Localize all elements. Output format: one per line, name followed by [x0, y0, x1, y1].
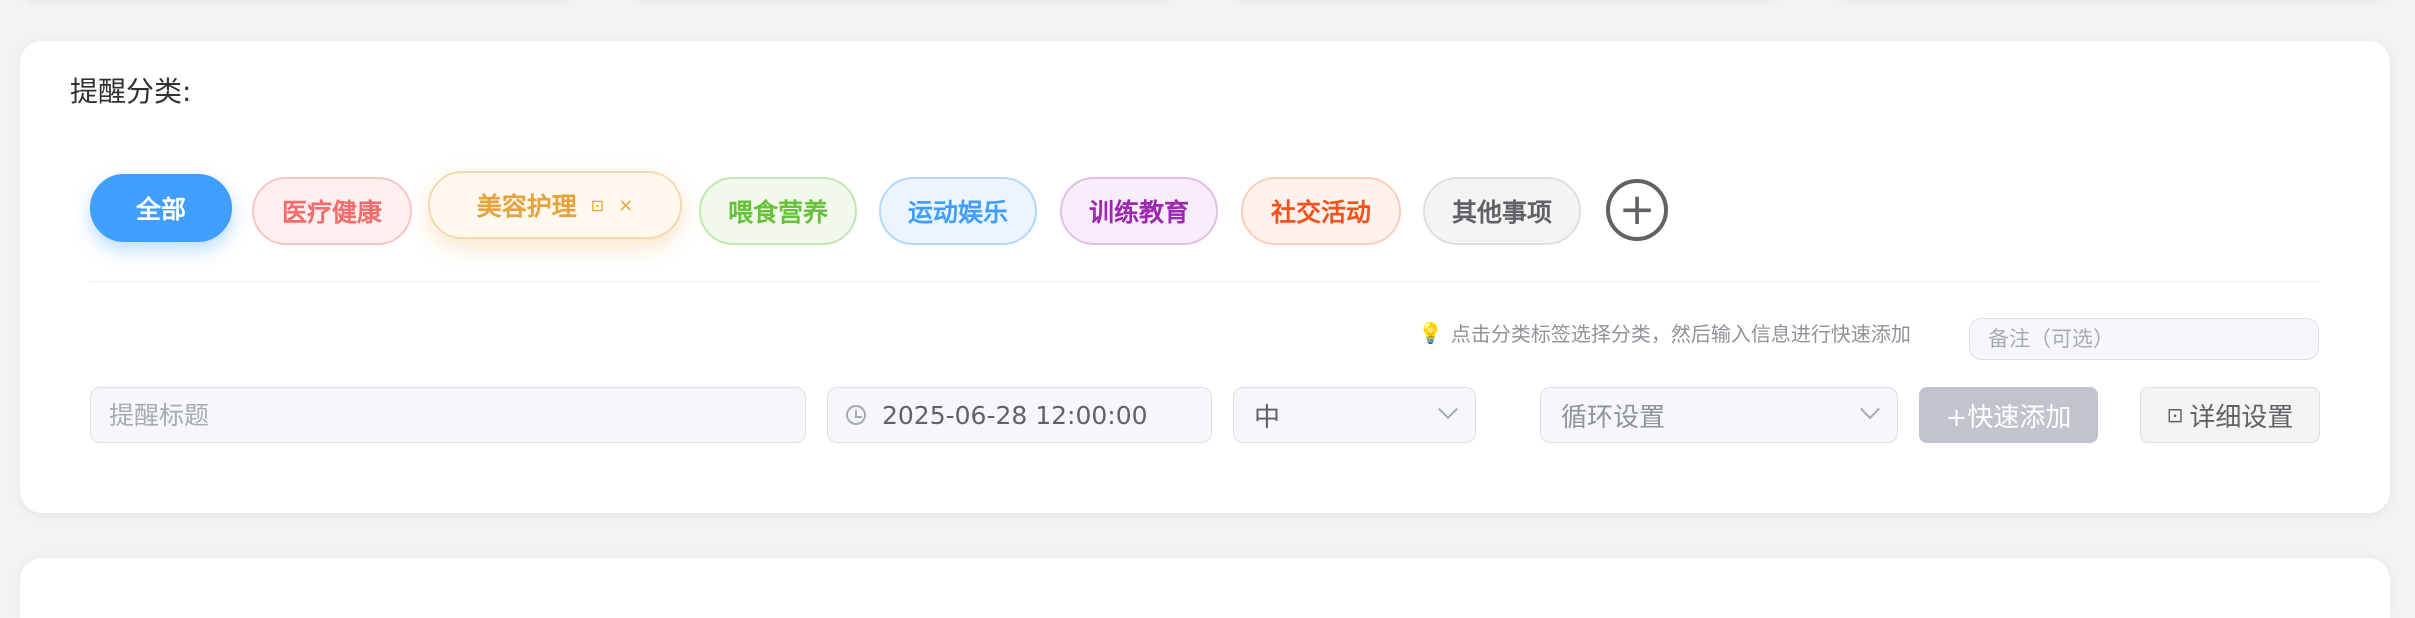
category-tag-label: 运动娱乐: [907, 198, 1008, 227]
quick-add-hint: 💡 点击分类标签选择分类，然后输入信息进行快速添加: [1418, 318, 1911, 347]
note-input[interactable]: [1969, 318, 2319, 360]
category-tag-sports[interactable]: 运动娱乐: [879, 177, 1037, 245]
lightbulb-icon: 💡: [1418, 320, 1443, 345]
category-tag-label: 喂食营养: [727, 198, 828, 227]
priority-value: 中: [1254, 402, 1281, 433]
category-tag-label: 训练教育: [1088, 198, 1189, 227]
detail-settings-label: 详细设置: [2189, 402, 2294, 433]
reminder-title-input[interactable]: [90, 387, 806, 443]
category-tag-training[interactable]: 训练教育: [1060, 177, 1218, 245]
chevron-down-icon: [1860, 399, 1880, 420]
note-field[interactable]: [1988, 327, 2300, 351]
category-tag-feeding[interactable]: 喂食营养: [699, 177, 857, 245]
category-tag-label: 全部: [135, 195, 186, 224]
category-tag-social[interactable]: 社交活动: [1241, 177, 1401, 245]
category-tag-other[interactable]: 其他事项: [1423, 177, 1581, 245]
chevron-down-icon: [1438, 399, 1458, 420]
datetime-field[interactable]: [882, 400, 1193, 430]
clock-icon: [846, 405, 866, 425]
next-section-card: [20, 558, 2390, 618]
close-icon[interactable]: ×: [618, 195, 633, 216]
category-tag-label: 社交活动: [1270, 198, 1371, 227]
quick-add-button[interactable]: +快速添加: [1919, 387, 2098, 443]
detail-settings-button[interactable]: ⊡ 详细设置: [2140, 387, 2320, 443]
datetime-picker[interactable]: [827, 387, 1212, 443]
repeat-placeholder: 循环设置: [1561, 402, 1666, 433]
category-section-label: 提醒分类:: [70, 75, 192, 108]
priority-select[interactable]: 中: [1233, 387, 1476, 443]
category-tag-label: 医疗健康: [281, 198, 382, 227]
section-divider: [90, 281, 2320, 282]
hint-text: 点击分类标签选择分类，然后输入信息进行快速添加: [1450, 322, 1911, 346]
reminder-title-field[interactable]: [109, 400, 787, 430]
category-tag-beauty[interactable]: 美容护理 ⊡ ×: [428, 171, 682, 239]
edit-icon[interactable]: ⊡: [591, 196, 604, 215]
add-category-button[interactable]: +: [1606, 179, 1668, 241]
edit-icon: ⊡: [2166, 403, 2184, 427]
plus-circle-icon: +: [1618, 184, 1656, 235]
category-tag-all[interactable]: 全部: [90, 174, 232, 242]
quick-add-label: +快速添加: [1945, 402, 2072, 433]
category-tag-label: 其他事项: [1451, 198, 1552, 227]
repeat-select[interactable]: 循环设置: [1540, 387, 1898, 443]
category-tag-medical[interactable]: 医疗健康: [252, 177, 412, 245]
category-tag-label: 美容护理: [476, 192, 577, 221]
